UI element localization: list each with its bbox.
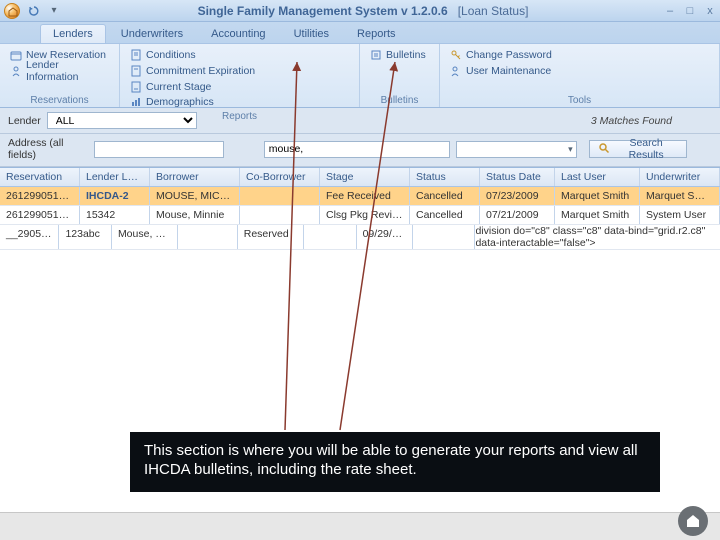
- lender-info-icon: [10, 65, 22, 77]
- cmd-demographics[interactable]: Demographics: [128, 94, 216, 109]
- table-row[interactable]: 261299051954 15342 Mouse, Minnie Clsg Pk…: [0, 206, 720, 225]
- bulletins-icon: [370, 49, 382, 61]
- col-status-date[interactable]: Status Date: [480, 168, 555, 186]
- magnifier-icon: [598, 142, 610, 157]
- filter-dropdown[interactable]: [456, 141, 577, 158]
- cmd-bulletins[interactable]: Bulletins: [368, 47, 431, 62]
- cmd-lender-info[interactable]: Lender Information: [8, 63, 111, 78]
- key-icon: [450, 49, 462, 61]
- search-results-label: Search Results: [614, 137, 679, 161]
- table-row[interactable]: 261299051928 IHCDA-2 MOUSE, MICKEY Fee R…: [0, 187, 720, 206]
- tab-lenders[interactable]: Lenders: [40, 24, 106, 43]
- maximize-button[interactable]: □: [684, 5, 696, 17]
- tab-underwriters[interactable]: Underwriters: [108, 24, 196, 43]
- col-coborrower[interactable]: Co-Borrower: [240, 168, 320, 186]
- lender-label: Lender: [8, 115, 41, 127]
- ribbon-group-tools: Change Password User Maintenance Tools: [440, 44, 720, 107]
- title-context: [Loan Status]: [458, 4, 529, 18]
- ribbon-body: New Reservation Lender Information Reser…: [0, 44, 720, 108]
- title-app: Single Family Management System v 1.2.0.…: [198, 4, 448, 18]
- filter-row2: Address (all fields) Search Results: [0, 134, 720, 167]
- caption-box: This section is where you will be able t…: [130, 432, 660, 492]
- address-label: Address (all fields): [8, 137, 88, 161]
- lender-select[interactable]: ALL: [47, 112, 197, 129]
- title-bar: ▾ Single Family Management System v 1.2.…: [0, 0, 720, 22]
- col-borrower[interactable]: Borrower: [150, 168, 240, 186]
- tab-utilities[interactable]: Utilities: [281, 24, 342, 43]
- col-reservation[interactable]: Reservation: [0, 168, 80, 186]
- bottom-strip: [0, 512, 720, 540]
- user-maint-icon: [450, 65, 462, 77]
- qat-dropdown-icon[interactable]: ▾: [46, 3, 62, 19]
- new-reservation-icon: [10, 49, 22, 61]
- cmd-user-maintenance-label: User Maintenance: [466, 65, 551, 77]
- group-cap-bulletins: Bulletins: [368, 93, 431, 107]
- cmd-conditions[interactable]: Conditions: [128, 47, 257, 62]
- ribbon-tabs: Lenders Underwriters Accounting Utilitie…: [0, 22, 720, 44]
- ribbon-group-reports: Conditions Commitment Expiration Current…: [120, 44, 360, 107]
- tab-reports[interactable]: Reports: [344, 24, 409, 43]
- cmd-user-maintenance[interactable]: User Maintenance: [448, 63, 711, 78]
- app-orb-icon[interactable]: [4, 3, 20, 19]
- demographics-icon: [130, 96, 142, 108]
- group-cap-tools: Tools: [448, 93, 711, 107]
- cmd-current-stage-label: Current Stage: [146, 81, 211, 93]
- qat-refresh-icon[interactable]: [26, 3, 42, 19]
- search-results-button[interactable]: Search Results: [589, 140, 688, 158]
- results-grid: Reservation Lender Loan Borrower Co-Borr…: [0, 167, 720, 247]
- table-row[interactable]: __29053305 123abc Mouse, Mickey Reserved…: [0, 225, 720, 250]
- cmd-change-password-label: Change Password: [466, 49, 552, 61]
- col-stage[interactable]: Stage: [320, 168, 410, 186]
- col-status[interactable]: Status: [410, 168, 480, 186]
- col-underwriter[interactable]: Underwriter: [640, 168, 720, 186]
- grid-body: 261299051928 IHCDA-2 MOUSE, MICKEY Fee R…: [0, 187, 720, 247]
- cmd-commitment-exp[interactable]: Commitment Expiration: [128, 63, 257, 78]
- conditions-icon: [130, 49, 142, 61]
- search-input[interactable]: [264, 141, 450, 158]
- quick-access-toolbar: ▾: [26, 3, 62, 19]
- close-button[interactable]: x: [704, 5, 716, 17]
- cmd-conditions-label: Conditions: [146, 49, 196, 61]
- tab-accounting[interactable]: Accounting: [198, 24, 278, 43]
- address-input[interactable]: [94, 141, 224, 158]
- cmd-commitment-exp-label: Commitment Expiration: [146, 65, 255, 77]
- ribbon-group-bulletins: Bulletins Bulletins: [360, 44, 440, 107]
- home-badge-icon: [678, 506, 708, 536]
- window-title: Single Family Management System v 1.2.0.…: [62, 4, 664, 18]
- matches-found: 3 Matches Found: [591, 115, 672, 127]
- ribbon-group-reservations: New Reservation Lender Information Reser…: [0, 44, 120, 107]
- grid-header: Reservation Lender Loan Borrower Co-Borr…: [0, 168, 720, 187]
- window-controls: – □ x: [664, 5, 716, 17]
- caption-text: This section is where you will be able t…: [144, 442, 638, 478]
- group-cap-reservations: Reservations: [8, 93, 111, 107]
- cmd-demographics-label: Demographics: [146, 96, 214, 108]
- col-lender-loan[interactable]: Lender Loan: [80, 168, 150, 186]
- current-stage-icon: [130, 81, 142, 93]
- cmd-lender-info-label: Lender Information: [26, 59, 109, 83]
- filter-strip: Lender ALL 3 Matches Found: [0, 108, 720, 134]
- commitment-exp-icon: [130, 65, 142, 77]
- cmd-change-password[interactable]: Change Password: [448, 47, 711, 62]
- col-last-user[interactable]: Last User: [555, 168, 640, 186]
- cmd-bulletins-label: Bulletins: [386, 49, 426, 61]
- minimize-button[interactable]: –: [664, 5, 676, 17]
- cmd-current-stage[interactable]: Current Stage: [128, 79, 257, 94]
